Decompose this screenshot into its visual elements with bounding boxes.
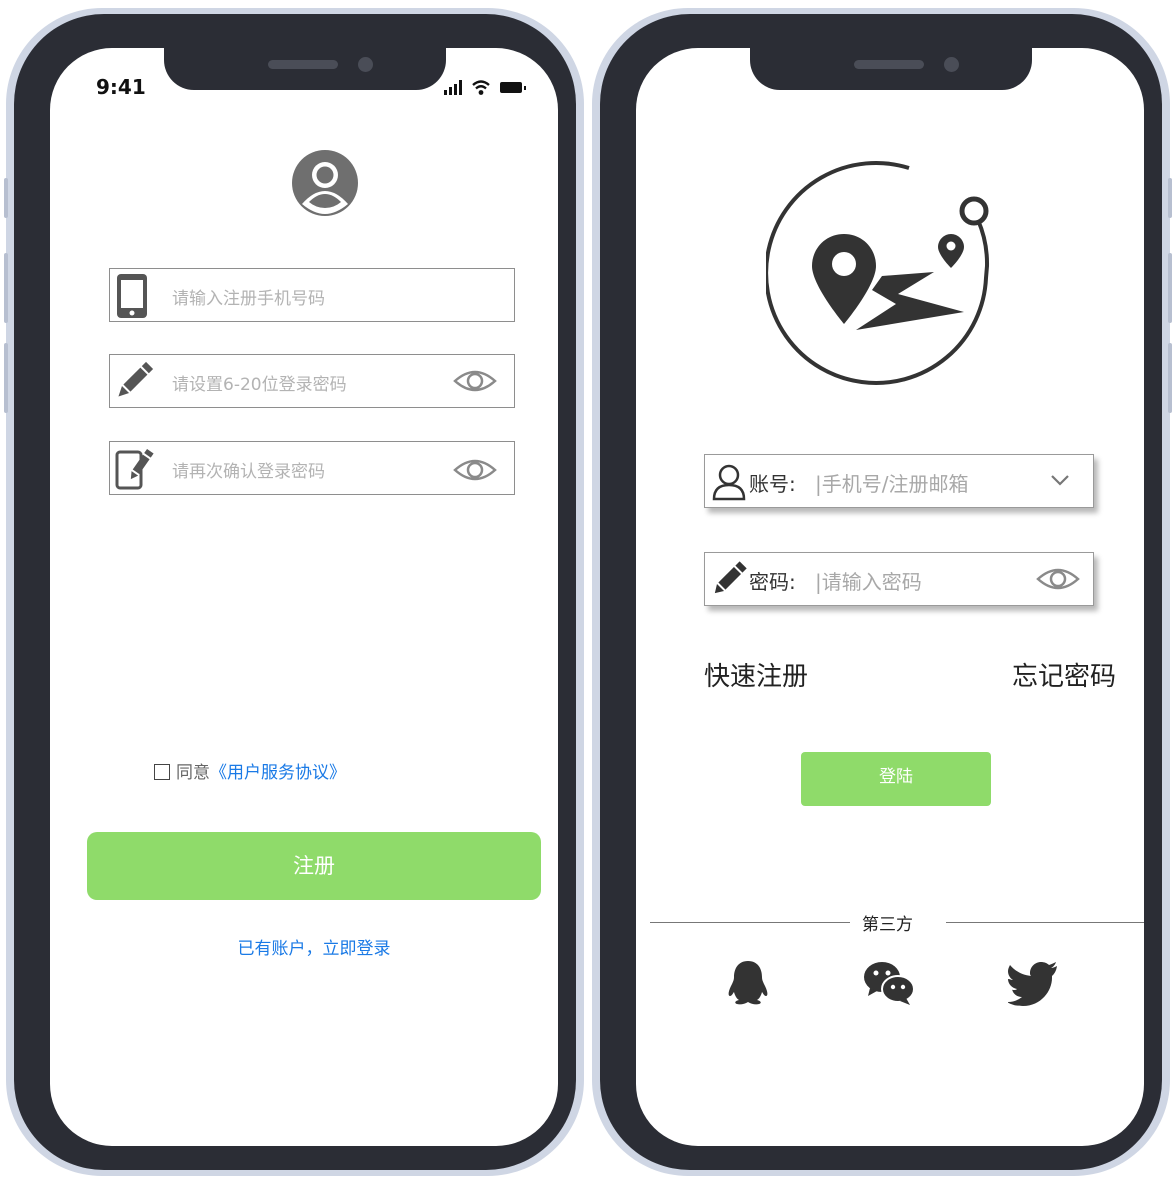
quick-register-link[interactable]: 快速注册 <box>704 656 808 693</box>
pencil-icon <box>118 361 154 397</box>
eye-icon[interactable] <box>452 367 498 395</box>
account-field[interactable]: 账号: |手机号/注册邮箱 <box>704 454 1094 508</box>
map-route-logo-icon <box>764 148 1006 392</box>
agree-label: 同意 <box>176 763 210 783</box>
login-phone-frame: 账号: |手机号/注册邮箱 密码: |请输入密码 快速注册 忘记密码 登陆 第三… <box>592 8 1172 1176</box>
cellular-signal-icon <box>444 80 462 95</box>
volume-up-button <box>4 253 8 323</box>
edit-document-icon <box>115 448 154 490</box>
forgot-password-link[interactable]: 忘记密码 <box>1012 656 1116 693</box>
divider-line-right <box>946 922 1144 923</box>
login-button[interactable]: 登陆 <box>801 752 991 806</box>
chevron-down-icon[interactable] <box>1049 473 1071 487</box>
account-placeholder: |手机号/注册邮箱 <box>815 472 969 496</box>
speaker-grille <box>854 60 924 69</box>
status-icons <box>444 78 540 100</box>
register-screen: 9:41 请输入注册手机号码 请设置6-20位登录密码 请再次确认登录密码 同意… <box>50 48 558 1146</box>
eye-icon[interactable] <box>452 456 498 484</box>
volume-up-button <box>1168 253 1172 323</box>
pencil-icon <box>714 561 747 594</box>
existing-account-login-link[interactable]: 已有账户，立即登录 <box>50 934 558 959</box>
mute-switch <box>1168 178 1172 218</box>
mobile-phone-icon <box>117 274 147 318</box>
password-field[interactable]: 请设置6-20位登录密码 <box>109 354 515 408</box>
avatar-icon <box>290 148 360 222</box>
confirm-password-field[interactable]: 请再次确认登录密码 <box>109 441 515 495</box>
volume-down-button <box>1168 343 1172 413</box>
wechat-icon[interactable] <box>862 960 916 1006</box>
agreement-row: 同意《用户服务协议》 <box>154 758 346 783</box>
twitter-icon[interactable] <box>1008 960 1060 1006</box>
login-password-field[interactable]: 密码: |请输入密码 <box>704 552 1094 606</box>
mute-switch <box>4 178 8 218</box>
wifi-dot <box>478 90 484 95</box>
password-label: 密码: <box>749 570 796 594</box>
register-phone-frame: 9:41 请输入注册手机号码 请设置6-20位登录密码 请再次确认登录密码 同意… <box>4 8 584 1176</box>
agreement-checkbox[interactable] <box>154 764 170 780</box>
divider-line-left <box>650 922 850 923</box>
account-label: 账号: <box>749 472 796 496</box>
phone-bezel: 账号: |手机号/注册邮箱 密码: |请输入密码 快速注册 忘记密码 登陆 第三… <box>600 14 1162 1170</box>
phone-notch <box>164 48 446 90</box>
front-camera <box>358 57 373 72</box>
speaker-grille <box>268 60 338 69</box>
password-placeholder: 请设置6-20位登录密码 <box>172 375 347 395</box>
eye-icon[interactable] <box>1035 565 1081 593</box>
wifi-icon <box>472 80 490 90</box>
user-agreement-link[interactable]: 《用户服务协议》 <box>210 763 346 783</box>
phone-notch <box>750 48 1032 90</box>
phone-number-placeholder: 请输入注册手机号码 <box>172 289 325 309</box>
confirm-password-placeholder: 请再次确认登录密码 <box>172 462 325 482</box>
login-password-placeholder: |请输入密码 <box>815 570 922 594</box>
user-icon <box>712 464 746 501</box>
volume-down-button <box>4 343 8 413</box>
third-party-label: 第三方 <box>862 915 913 935</box>
login-screen: 账号: |手机号/注册邮箱 密码: |请输入密码 快速注册 忘记密码 登陆 第三… <box>636 48 1144 1146</box>
qq-icon[interactable] <box>724 958 772 1006</box>
phone-number-field[interactable]: 请输入注册手机号码 <box>109 268 515 322</box>
register-button[interactable]: 注册 <box>87 832 541 900</box>
status-time: 9:41 <box>96 75 146 99</box>
front-camera <box>944 57 959 72</box>
phone-bezel: 9:41 请输入注册手机号码 请设置6-20位登录密码 请再次确认登录密码 同意… <box>14 14 576 1170</box>
battery-icon <box>500 82 526 93</box>
